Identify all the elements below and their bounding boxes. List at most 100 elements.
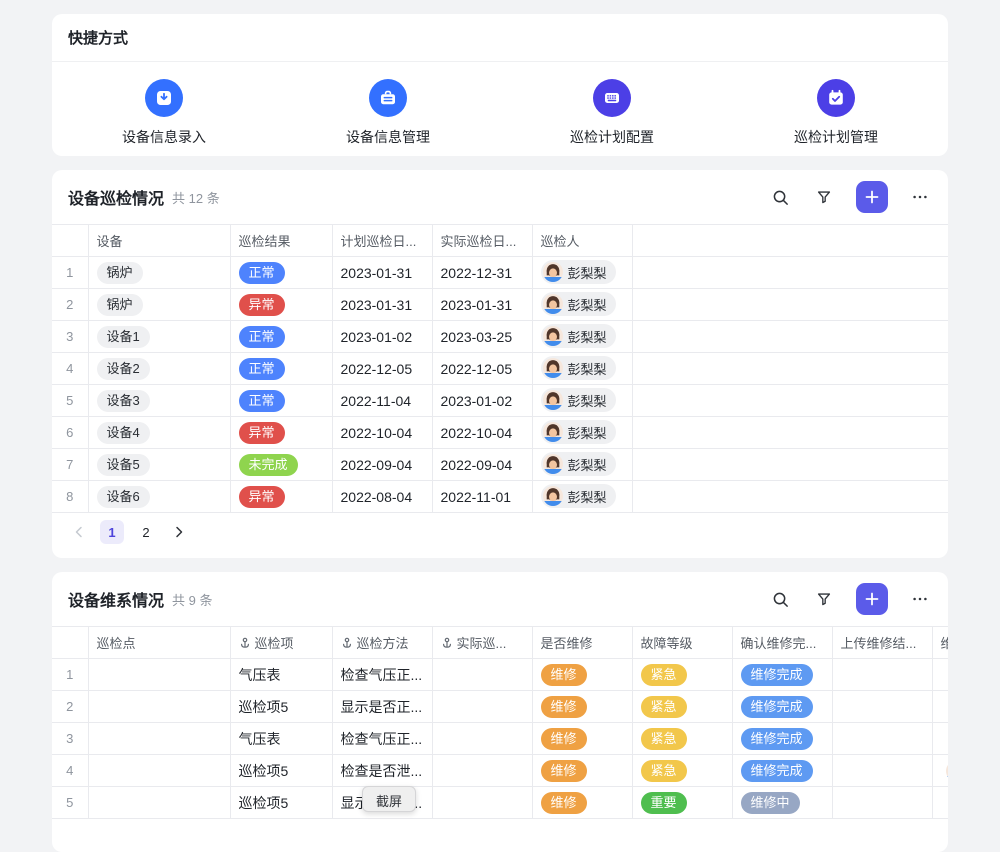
method-cell[interactable]: 检查气压正... <box>332 659 432 691</box>
table-row[interactable]: 1 锅炉 正常 2023-01-31 2022-12-31 彭梨梨 <box>52 257 948 289</box>
confirm-badge[interactable]: 维修完成 <box>741 760 813 782</box>
device-tag[interactable]: 设备1 <box>97 326 150 348</box>
level-badge[interactable]: 紧急 <box>641 760 687 782</box>
confirm-badge[interactable]: 维修中 <box>741 792 800 814</box>
status-badge[interactable]: 正常 <box>239 358 285 380</box>
item-cell[interactable]: 巡检项5 <box>230 691 332 723</box>
col-level[interactable]: 故障等级 <box>632 627 732 659</box>
level-badge[interactable]: 紧急 <box>641 664 687 686</box>
table-row[interactable]: 4 巡检项5 检查是否泄... 维修 紧急 维修完成 <box>52 755 948 787</box>
actual-cell[interactable] <box>432 755 532 787</box>
upload-cell[interactable] <box>832 755 932 787</box>
person-tag[interactable]: 彭梨梨 <box>541 260 616 284</box>
upload-cell[interactable] <box>832 659 932 691</box>
table-row[interactable]: 2 巡检项5 显示是否正... 维修 紧急 维修完成 <box>52 691 948 723</box>
actual-date-cell[interactable]: 2022-12-05 <box>432 353 532 385</box>
shortcut-plan-config[interactable]: 巡检计划配置 <box>500 79 724 147</box>
actual-cell[interactable] <box>432 723 532 755</box>
level-badge[interactable]: 紧急 <box>641 696 687 718</box>
col-actual-date[interactable]: 实际巡检日... <box>432 225 532 257</box>
point-cell[interactable] <box>88 723 230 755</box>
col-method[interactable]: 巡检方法 <box>332 627 432 659</box>
filter-icon[interactable] <box>812 185 836 209</box>
col-item[interactable]: 巡检项 <box>230 627 332 659</box>
device-tag[interactable]: 设备6 <box>97 486 150 508</box>
shortcut-plan-manage[interactable]: 巡检计划管理 <box>724 79 948 147</box>
actual-date-cell[interactable]: 2023-03-25 <box>432 321 532 353</box>
status-badge[interactable]: 未完成 <box>239 454 298 476</box>
level-badge[interactable]: 紧急 <box>641 728 687 750</box>
plan-date-cell[interactable]: 2022-10-04 <box>332 417 432 449</box>
person-tag[interactable]: 彭梨梨 <box>541 292 616 316</box>
point-cell[interactable] <box>88 755 230 787</box>
status-badge[interactable]: 正常 <box>239 262 285 284</box>
upload-cell[interactable] <box>832 787 932 819</box>
device-tag[interactable]: 设备2 <box>97 358 150 380</box>
method-cell[interactable]: 检查气压正... <box>332 723 432 755</box>
method-cell[interactable]: 检查是否泄... <box>332 755 432 787</box>
item-cell[interactable]: 气压表 <box>230 659 332 691</box>
table-row[interactable]: 6 设备4 异常 2022-10-04 2022-10-04 彭梨梨 <box>52 417 948 449</box>
repair-badge[interactable]: 维修 <box>541 728 587 750</box>
status-badge[interactable]: 正常 <box>239 390 285 412</box>
table-row[interactable]: 5 设备3 正常 2022-11-04 2023-01-02 彭梨梨 <box>52 385 948 417</box>
col-upload[interactable]: 上传维修结... <box>832 627 932 659</box>
item-cell[interactable]: 巡检项5 <box>230 755 332 787</box>
actual-date-cell[interactable]: 2022-11-01 <box>432 481 532 513</box>
confirm-badge[interactable]: 维修完成 <box>741 664 813 686</box>
upload-cell[interactable] <box>832 691 932 723</box>
repair-badge[interactable]: 维修 <box>541 760 587 782</box>
col-point[interactable]: 巡检点 <box>88 627 230 659</box>
plan-date-cell[interactable]: 2023-01-31 <box>332 289 432 321</box>
actual-date-cell[interactable]: 2023-01-02 <box>432 385 532 417</box>
device-tag[interactable]: 设备4 <box>97 422 150 444</box>
status-badge[interactable]: 正常 <box>239 326 285 348</box>
device-tag[interactable]: 设备3 <box>97 390 150 412</box>
confirm-badge[interactable]: 维修完成 <box>741 696 813 718</box>
table-row[interactable]: 2 锅炉 异常 2023-01-31 2023-01-31 彭梨梨 <box>52 289 948 321</box>
shortcut-device-manage[interactable]: 设备信息管理 <box>276 79 500 147</box>
prev-page-button[interactable] <box>68 521 90 543</box>
col-result[interactable]: 巡检结果 <box>230 225 332 257</box>
actual-date-cell[interactable]: 2022-09-04 <box>432 449 532 481</box>
more-icon[interactable] <box>908 185 932 209</box>
page-2-button[interactable]: 2 <box>134 520 158 544</box>
table-row[interactable]: 1 气压表 检查气压正... 维修 紧急 维修完成 <box>52 659 948 691</box>
status-badge[interactable]: 异常 <box>239 486 285 508</box>
search-icon[interactable] <box>768 587 792 611</box>
table-row[interactable]: 4 设备2 正常 2022-12-05 2022-12-05 彭梨梨 <box>52 353 948 385</box>
status-badge[interactable]: 异常 <box>239 422 285 444</box>
person-tag[interactable]: 彭梨梨 <box>541 356 616 380</box>
col-actual[interactable]: 实际巡... <box>432 627 532 659</box>
level-badge[interactable]: 重要 <box>641 792 687 814</box>
actual-cell[interactable] <box>432 691 532 723</box>
table-row[interactable]: 5 巡检项5 显示是否正... 维修 重要 维修中 <box>52 787 948 819</box>
repair-badge[interactable]: 维修 <box>541 664 587 686</box>
point-cell[interactable] <box>88 659 230 691</box>
item-cell[interactable]: 气压表 <box>230 723 332 755</box>
more-icon[interactable] <box>908 587 932 611</box>
item-cell[interactable]: 巡检项5 <box>230 787 332 819</box>
plan-date-cell[interactable]: 2022-08-04 <box>332 481 432 513</box>
confirm-badge[interactable]: 维修完成 <box>741 728 813 750</box>
plan-date-cell[interactable]: 2022-09-04 <box>332 449 432 481</box>
upload-cell[interactable] <box>832 723 932 755</box>
col-device[interactable]: 设备 <box>88 225 230 257</box>
page-1-button[interactable]: 1 <box>100 520 124 544</box>
shortcut-device-entry[interactable]: 设备信息录入 <box>52 79 276 147</box>
actual-date-cell[interactable]: 2023-01-31 <box>432 289 532 321</box>
table-row[interactable]: 8 设备6 异常 2022-08-04 2022-11-01 彭梨梨 <box>52 481 948 513</box>
plan-date-cell[interactable]: 2022-12-05 <box>332 353 432 385</box>
add-record-button[interactable] <box>856 181 888 213</box>
col-last[interactable]: 维... <box>932 627 948 659</box>
repair-badge[interactable]: 维修 <box>541 792 587 814</box>
col-repair[interactable]: 是否维修 <box>532 627 632 659</box>
col-plan-date[interactable]: 计划巡检日... <box>332 225 432 257</box>
plan-date-cell[interactable]: 2023-01-02 <box>332 321 432 353</box>
table-row[interactable]: 3 气压表 检查气压正... 维修 紧急 维修完成 <box>52 723 948 755</box>
last-cell[interactable] <box>932 755 948 787</box>
person-tag[interactable]: 彭梨梨 <box>541 388 616 412</box>
status-badge[interactable]: 异常 <box>239 294 285 316</box>
repair-badge[interactable]: 维修 <box>541 696 587 718</box>
person-tag[interactable]: 彭梨梨 <box>541 324 616 348</box>
